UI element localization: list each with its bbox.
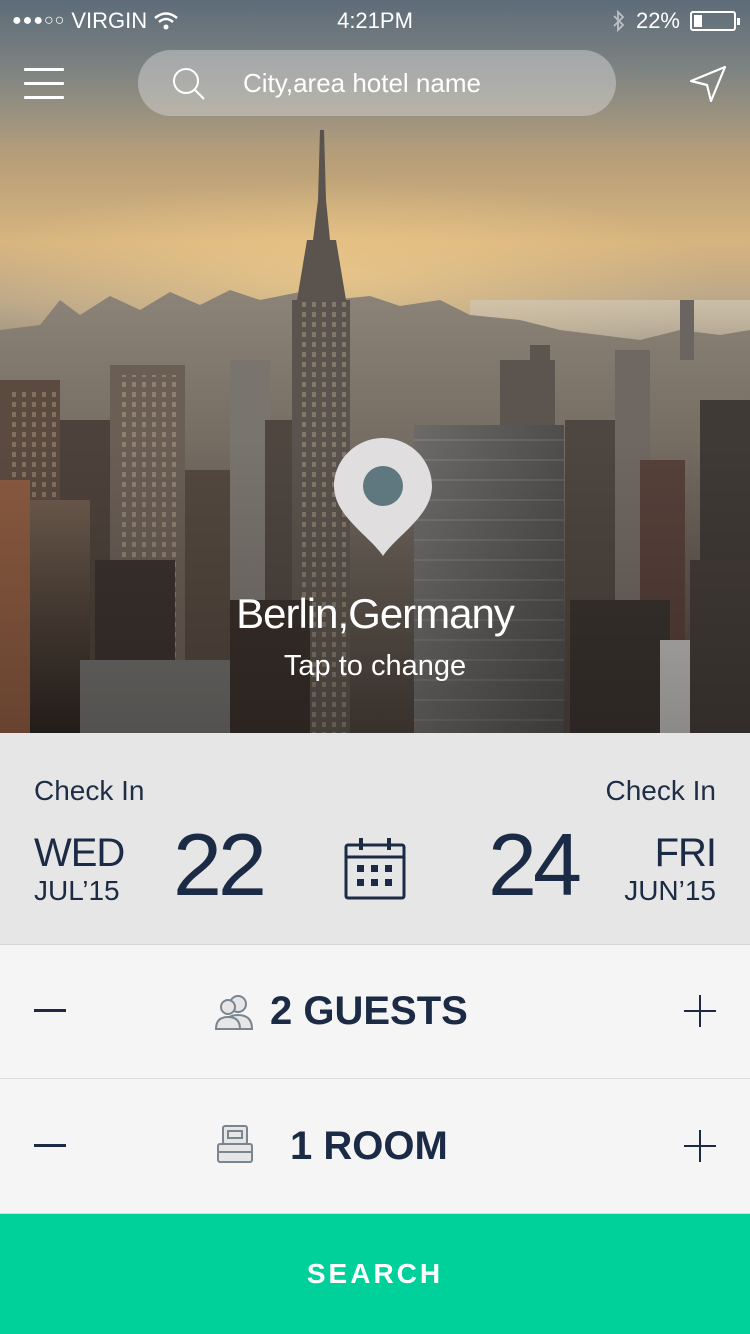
rooms-row: 1 ROOM xyxy=(0,1080,750,1214)
guests-minus-icon[interactable] xyxy=(34,1009,66,1012)
search-bar[interactable] xyxy=(138,50,616,116)
search-button[interactable]: SEARCH xyxy=(0,1214,750,1334)
calendar-icon[interactable] xyxy=(343,837,407,901)
battery-fill xyxy=(694,15,702,27)
check-out-label: Check In xyxy=(605,775,717,806)
status-bar: ●●●○○ VIRGIN 4:21PM 22% xyxy=(0,0,750,40)
bed-icon xyxy=(217,1125,253,1163)
location-pin-icon[interactable] xyxy=(332,436,434,558)
city-name[interactable]: Berlin,Germany xyxy=(0,590,750,638)
guests-plus-icon[interactable] xyxy=(684,995,716,1027)
menu-icon[interactable] xyxy=(24,66,66,102)
check-out-weekday: FRI xyxy=(654,831,717,875)
battery-icon xyxy=(690,11,740,31)
search-icon xyxy=(173,68,205,100)
guests-row: 2 GUESTS xyxy=(0,945,750,1079)
check-in-weekday: WED xyxy=(34,831,125,875)
rooms-plus-icon[interactable] xyxy=(684,1130,716,1162)
battery-percent: 22% xyxy=(635,8,680,33)
check-out-day[interactable]: 24 xyxy=(488,821,582,909)
rooms-count: 1 ROOM xyxy=(290,1124,448,1168)
guests-count: 2 GUESTS xyxy=(270,989,468,1033)
rooms-minus-icon[interactable] xyxy=(34,1144,66,1147)
bluetooth-icon xyxy=(613,10,625,32)
status-right: 22% xyxy=(612,8,740,34)
check-in-month: JUL’15 xyxy=(34,875,120,906)
date-panel: Check In Check In WED JUL’15 22 24 FRI J… xyxy=(0,733,750,945)
navigation-arrow-icon[interactable] xyxy=(688,64,728,104)
check-in-label: Check In xyxy=(34,775,145,806)
change-location-hint[interactable]: Tap to change xyxy=(0,650,750,683)
guests-icon xyxy=(214,995,254,1030)
search-input[interactable] xyxy=(243,60,583,106)
check-in-day[interactable]: 22 xyxy=(173,821,267,909)
check-out-month: JUN’15 xyxy=(624,875,716,906)
